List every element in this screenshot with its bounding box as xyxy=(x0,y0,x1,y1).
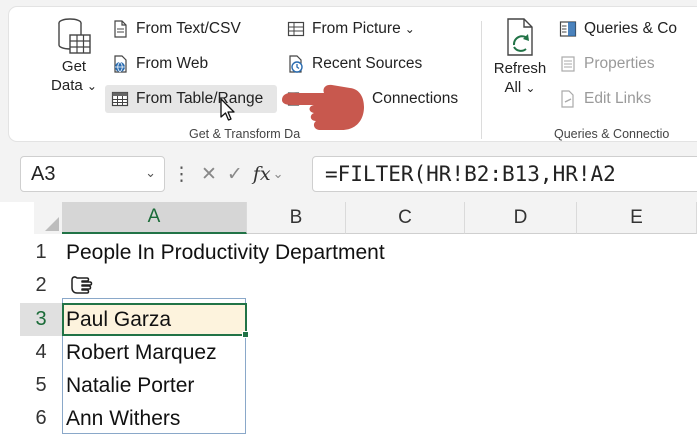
picture-table-icon xyxy=(287,21,305,37)
formula-controls: ⋮ ✕ ✓ fx ⌄ xyxy=(168,158,310,190)
row-header-3[interactable]: 3 xyxy=(20,303,62,336)
database-table-icon xyxy=(58,18,91,54)
from-table-range-button[interactable]: From Table/Range xyxy=(105,85,277,113)
refresh-all-label-1: Refresh xyxy=(493,60,547,77)
pointing-hand-icon xyxy=(71,276,93,294)
properties-button[interactable]: Properties xyxy=(553,50,661,78)
queries-connections-label: Queries & Co xyxy=(584,20,678,37)
edit-links-icon xyxy=(561,90,574,108)
cell-a1[interactable]: People In Productivity Department xyxy=(62,236,385,269)
chevron-down-icon[interactable]: ⌄ xyxy=(273,166,284,182)
chevron-down-icon: ⌄ xyxy=(86,79,97,93)
properties-icon xyxy=(561,56,575,72)
mouse-cursor-icon xyxy=(220,98,235,121)
refresh-all-button[interactable]: Refresh All ⌄ xyxy=(491,17,549,98)
cancel-icon[interactable]: ✕ xyxy=(201,163,217,186)
get-data-button[interactable]: Get Data ⌄ xyxy=(45,17,103,96)
from-web-label: From Web xyxy=(136,55,209,72)
formula-input[interactable]: =FILTER(HR!B2:B13,HR!A2 xyxy=(312,156,697,192)
refresh-all-label-2: All xyxy=(504,79,522,96)
insert-function-icon[interactable]: fx xyxy=(253,163,271,185)
formula-text: =FILTER(HR!B2:B13,HR!A2 xyxy=(325,162,616,186)
chevron-down-icon[interactable]: ⌄ xyxy=(145,165,156,181)
row-header-6[interactable]: 6 xyxy=(20,402,62,435)
web-file-icon xyxy=(114,55,127,73)
from-table-range-label: From Table/Range xyxy=(136,90,264,107)
column-header-d[interactable]: D xyxy=(465,202,577,234)
cell-a3[interactable]: Paul Garza xyxy=(62,303,171,336)
get-data-label-2-wrap: Data ⌄ xyxy=(51,76,97,96)
row-header-2[interactable]: 2 xyxy=(20,269,62,302)
cell-a5[interactable]: Natalie Porter xyxy=(62,369,194,402)
queries-connections-button[interactable]: Queries & Co xyxy=(553,15,683,43)
enter-icon[interactable]: ✓ xyxy=(227,163,243,186)
from-text-csv-label: From Text/CSV xyxy=(136,20,241,37)
from-web-button[interactable]: From Web xyxy=(105,50,214,78)
from-picture-button[interactable]: From Picture ⌄ xyxy=(281,15,421,43)
select-all-corner[interactable] xyxy=(34,202,62,234)
from-text-csv-button[interactable]: From Text/CSV xyxy=(105,15,247,43)
refresh-all-label-2-wrap: All ⌄ xyxy=(505,78,536,98)
column-header-a[interactable]: A xyxy=(62,202,247,234)
recent-sources-icon xyxy=(289,55,303,73)
chevron-down-icon: ⌄ xyxy=(404,22,415,36)
name-box-value: A3 xyxy=(31,162,56,185)
from-picture-label: From Picture xyxy=(312,20,401,37)
cell-a4[interactable]: Robert Marquez xyxy=(62,336,217,369)
text-file-icon xyxy=(114,20,127,38)
column-header-e[interactable]: E xyxy=(577,202,697,234)
cell-a6[interactable]: Ann Withers xyxy=(62,402,180,435)
get-data-label-2: Data xyxy=(51,77,83,94)
table-range-icon xyxy=(111,91,129,107)
column-header-b[interactable]: B xyxy=(247,202,346,234)
row-header-1[interactable]: 1 xyxy=(20,236,62,269)
queries-group-label: Queries & Connectio xyxy=(554,127,670,141)
existing-connections-label: Connections xyxy=(372,90,459,107)
row-header-5[interactable]: 5 xyxy=(20,369,62,402)
edit-links-button[interactable]: Edit Links xyxy=(553,85,657,113)
recent-sources-label: Recent Sources xyxy=(312,55,423,72)
recent-sources-button[interactable]: Recent Sources xyxy=(281,50,428,78)
chevron-down-icon: ⌄ xyxy=(525,81,536,95)
queries-icon xyxy=(559,21,577,37)
group-divider xyxy=(481,21,482,139)
name-box[interactable]: A3 ⌄ xyxy=(20,156,165,192)
refresh-icon xyxy=(507,18,533,56)
formula-bar: A3 ⌄ ⋮ ✕ ✓ fx ⌄ =FILTER(HR!B2:B13,HR!A2 xyxy=(0,152,697,196)
fill-handle[interactable] xyxy=(242,331,249,338)
get-data-label-1: Get xyxy=(61,58,87,75)
edit-links-label: Edit Links xyxy=(584,90,652,107)
row-header-4[interactable]: 4 xyxy=(20,336,62,369)
red-pointer-annotation xyxy=(282,84,364,130)
properties-label: Properties xyxy=(584,55,655,72)
vertical-dots-icon: ⋮ xyxy=(172,163,191,185)
column-header-c[interactable]: C xyxy=(346,202,465,234)
